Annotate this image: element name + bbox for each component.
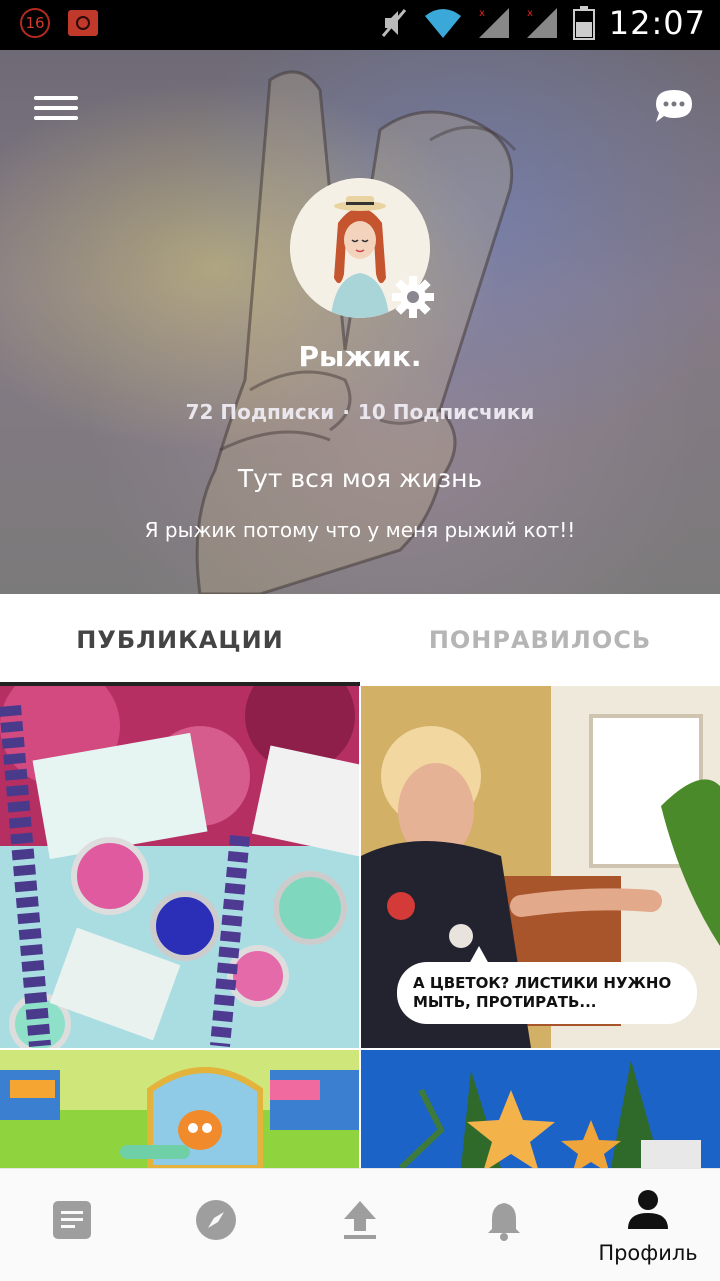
gear-icon[interactable] — [390, 274, 436, 320]
post-image-flowers-paints — [0, 686, 359, 1048]
bottom-navigation: Профиль — [0, 1168, 720, 1281]
followers-count: 10 — [357, 400, 386, 424]
upload-icon — [344, 1201, 376, 1239]
profile-cover: Рыжик. 72 Подписки · 10 Подписчики Тут вся… — [0, 50, 720, 594]
mute-icon — [381, 9, 406, 37]
battery-icon — [572, 6, 595, 40]
post-thumbnail[interactable] — [0, 1050, 359, 1168]
compass-icon — [196, 1200, 236, 1240]
svg-text:x: x — [527, 8, 533, 19]
profile-bio: Я рыжик потому что у меня рыжий кот!! — [144, 518, 576, 542]
feed-icon — [53, 1201, 91, 1239]
following-link[interactable]: 72 Подписки — [186, 400, 335, 424]
clock: 12:07 — [608, 4, 706, 42]
post-thumbnail[interactable] — [361, 1050, 720, 1168]
post-thumbnail[interactable] — [0, 686, 359, 1048]
nav-feed[interactable] — [0, 1169, 144, 1281]
profile-tagline: Тут вся моя жизнь — [237, 464, 483, 493]
meme-speech-bubble: А ЦВЕТОК? ЛИСТИКИ НУЖНО МЫТЬ, ПРОТИРАТЬ.… — [397, 946, 697, 1024]
notification-16-icon: 16 — [20, 8, 50, 38]
signal-2-icon: x — [526, 8, 557, 38]
stats-separator: · — [342, 400, 350, 424]
chat-icon[interactable] — [652, 86, 696, 126]
hamburger-icon-line — [34, 96, 78, 100]
nav-explore[interactable] — [144, 1169, 288, 1281]
wifi-icon — [424, 9, 461, 38]
nav-notifications[interactable] — [432, 1169, 576, 1281]
followers-link[interactable]: 10 Подписчики — [358, 400, 534, 424]
profile-icon — [628, 1190, 668, 1229]
following-count: 72 — [185, 400, 214, 424]
svg-text:x: x — [479, 8, 485, 19]
profile-tabs: ПУБЛИКАЦИИ ПОНРАВИЛОСЬ — [0, 594, 720, 686]
post-thumbnail[interactable]: А ЦВЕТОК? ЛИСТИКИ НУЖНО МЫТЬ, ПРОТИРАТЬ.… — [361, 686, 720, 1048]
post-image-christmas-stars — [361, 1050, 720, 1168]
menu-button[interactable] — [34, 90, 78, 126]
camera-notification-icon — [68, 10, 98, 36]
hamburger-icon-line — [34, 106, 78, 110]
nav-profile-label: Профиль — [598, 1241, 698, 1265]
hamburger-icon-line — [34, 116, 78, 120]
followers-label: Подписчики — [392, 400, 535, 424]
status-bar: 16 x x 12:07 — [0, 0, 720, 50]
following-label: Подписки — [220, 400, 335, 424]
posts-grid: А ЦВЕТОК? ЛИСТИКИ НУЖНО МЫТЬ, ПРОТИРАТЬ.… — [0, 686, 720, 1168]
tab-liked[interactable]: ПОНРАВИЛОСЬ — [360, 594, 720, 686]
tab-publications[interactable]: ПУБЛИКАЦИИ — [0, 594, 360, 686]
post-image-cartoon-cat — [0, 1050, 359, 1168]
signal-1-icon: x — [478, 8, 509, 38]
profile-name: Рыжик. — [298, 340, 422, 373]
profile-stats: 72 Подписки · 10 Подписчики — [0, 400, 720, 424]
bell-icon — [488, 1203, 520, 1241]
nav-profile[interactable]: Профиль — [576, 1169, 720, 1281]
cover-hand-illustration — [195, 70, 517, 594]
nav-upload[interactable] — [288, 1169, 432, 1281]
